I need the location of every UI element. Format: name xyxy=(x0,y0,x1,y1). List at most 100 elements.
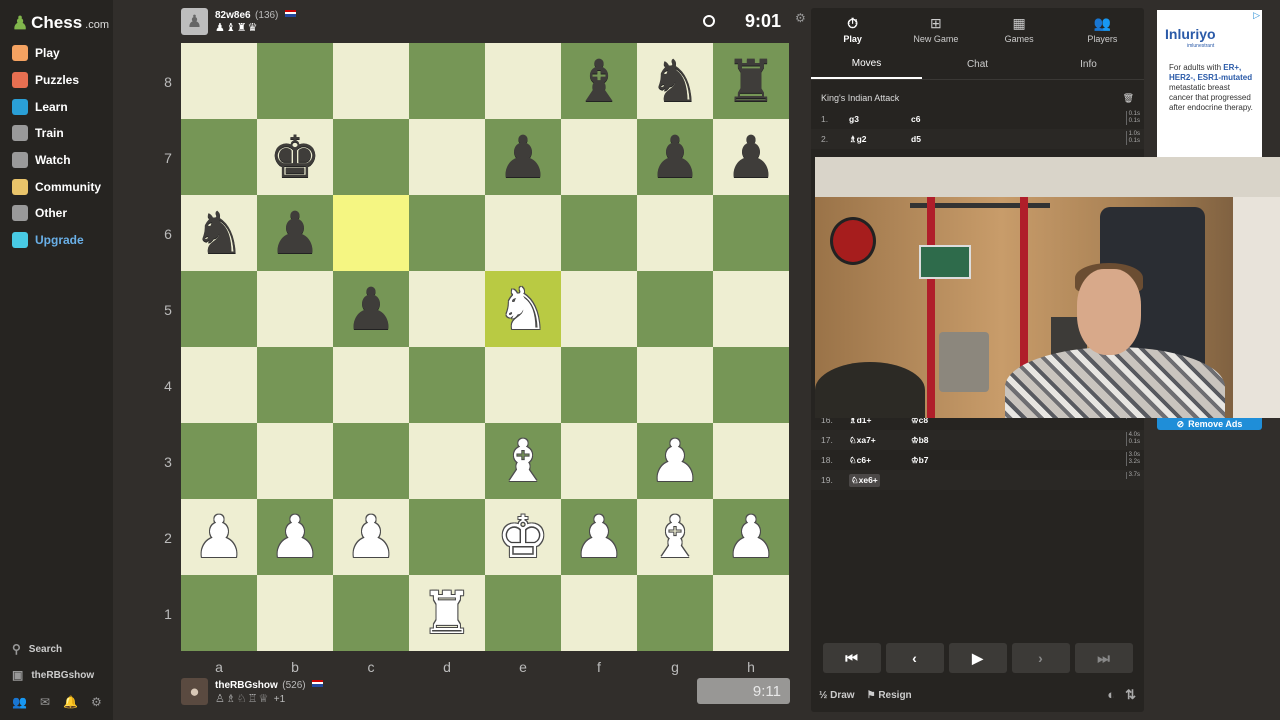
black-knight-piece[interactable]: ♞ xyxy=(193,204,245,262)
square-b8[interactable] xyxy=(257,43,333,119)
sidebar-item-other[interactable]: Other xyxy=(0,200,113,227)
square-b4[interactable] xyxy=(257,347,333,423)
square-a3[interactable] xyxy=(181,423,257,499)
square-e3[interactable]: ♝ xyxy=(485,423,561,499)
last-move-button[interactable]: ⏭ xyxy=(1074,643,1133,673)
white-rook-piece[interactable]: ♜ xyxy=(421,584,473,642)
square-c5[interactable]: ♟ xyxy=(333,271,409,347)
black-move[interactable]: ♔b7 xyxy=(911,455,973,466)
chess-logo[interactable]: ♟ Chess .com xyxy=(0,0,113,36)
white-bishop-piece[interactable]: ♝ xyxy=(649,508,701,566)
square-c1[interactable] xyxy=(333,575,409,651)
square-g5[interactable] xyxy=(637,271,713,347)
remove-ads-button[interactable]: ⊘ Remove Ads xyxy=(1157,418,1262,430)
black-king-piece[interactable]: ♚ xyxy=(269,128,321,186)
white-move[interactable]: ♗g2 xyxy=(849,134,911,145)
square-g7[interactable]: ♟ xyxy=(637,119,713,195)
black-move[interactable]: d5 xyxy=(911,134,973,144)
sidebar-item-upgrade[interactable]: Upgrade xyxy=(0,227,113,254)
square-c3[interactable] xyxy=(333,423,409,499)
draw-button[interactable]: ½ Draw xyxy=(819,690,855,701)
square-a2[interactable]: ♟ xyxy=(181,499,257,575)
white-pawn-piece[interactable]: ♟ xyxy=(345,508,397,566)
play-button[interactable]: ▶ xyxy=(948,643,1007,673)
square-f6[interactable] xyxy=(561,195,637,271)
tab-play[interactable]: ⏱ Play xyxy=(811,8,894,50)
profile-button[interactable]: ▣ theRBGshow xyxy=(0,662,113,688)
square-e4[interactable] xyxy=(485,347,561,423)
previous-move-button[interactable]: ‹ xyxy=(885,643,944,673)
white-pawn-piece[interactable]: ♟ xyxy=(269,508,321,566)
subtab-chat[interactable]: Chat xyxy=(922,50,1033,79)
square-b7[interactable]: ♚ xyxy=(257,119,333,195)
square-d3[interactable] xyxy=(409,423,485,499)
square-e8[interactable] xyxy=(485,43,561,119)
black-pawn-piece[interactable]: ♟ xyxy=(725,128,777,186)
square-d7[interactable] xyxy=(409,119,485,195)
sidebar-item-community[interactable]: Community xyxy=(0,173,113,200)
square-f2[interactable]: ♟ xyxy=(561,499,637,575)
black-pawn-piece[interactable]: ♟ xyxy=(497,128,549,186)
white-pawn-piece[interactable]: ♟ xyxy=(649,432,701,490)
analysis-icon[interactable]: ◐ xyxy=(1107,687,1115,703)
square-d6[interactable] xyxy=(409,195,485,271)
square-b5[interactable] xyxy=(257,271,333,347)
white-pawn-piece[interactable]: ♟ xyxy=(573,508,625,566)
square-h8[interactable]: ♜ xyxy=(713,43,789,119)
white-move[interactable]: g3 xyxy=(849,114,911,124)
sidebar-item-puzzles[interactable]: Puzzles xyxy=(0,67,113,94)
tab-games[interactable]: ▦ Games xyxy=(978,8,1061,50)
square-g6[interactable] xyxy=(637,195,713,271)
square-d5[interactable] xyxy=(409,271,485,347)
square-a1[interactable] xyxy=(181,575,257,651)
black-bishop-piece[interactable]: ♝ xyxy=(573,52,625,110)
square-g3[interactable]: ♟ xyxy=(637,423,713,499)
square-f3[interactable] xyxy=(561,423,637,499)
bell-icon[interactable]: 🔔 xyxy=(63,695,78,709)
square-h5[interactable] xyxy=(713,271,789,347)
white-king-piece[interactable]: ♚ xyxy=(497,508,549,566)
square-b3[interactable] xyxy=(257,423,333,499)
tab-new-game[interactable]: ⊞ New Game xyxy=(894,8,977,50)
opponent-avatar[interactable]: ♟ xyxy=(181,8,208,35)
black-pawn-piece[interactable]: ♟ xyxy=(269,204,321,262)
board-settings-gear-icon[interactable]: ⚙ xyxy=(795,11,806,25)
black-knight-piece[interactable]: ♞ xyxy=(649,52,701,110)
black-rook-piece[interactable]: ♜ xyxy=(725,52,777,110)
square-g4[interactable] xyxy=(637,347,713,423)
settings-gear-icon[interactable]: ⚙ xyxy=(91,695,102,709)
subtab-info[interactable]: Info xyxy=(1033,50,1144,79)
square-c2[interactable]: ♟ xyxy=(333,499,409,575)
white-move[interactable]: ♘xe6+ xyxy=(849,473,880,487)
square-f5[interactable] xyxy=(561,271,637,347)
black-move[interactable]: c6 xyxy=(911,114,973,124)
square-d8[interactable] xyxy=(409,43,485,119)
chess-board[interactable]: ♝ ♞ ♜ ♚ ♟ ♟ ♟ ♞ ♟ ♟ ♞ ♝ ♟ ♟ ♟ ♟ ♚ ♟ ♝ ♟ ♜ xyxy=(181,43,789,651)
square-a5[interactable] xyxy=(181,271,257,347)
square-h2[interactable]: ♟ xyxy=(713,499,789,575)
square-f7[interactable] xyxy=(561,119,637,195)
resign-button[interactable]: ⚑ Resign xyxy=(867,690,912,701)
square-e7[interactable]: ♟ xyxy=(485,119,561,195)
friends-icon[interactable]: 👥 xyxy=(12,695,27,709)
square-c7[interactable] xyxy=(333,119,409,195)
square-c8[interactable] xyxy=(333,43,409,119)
mail-icon[interactable]: ✉ xyxy=(40,695,50,709)
square-g1[interactable] xyxy=(637,575,713,651)
sidebar-item-learn[interactable]: Learn xyxy=(0,93,113,120)
white-pawn-piece[interactable]: ♟ xyxy=(725,508,777,566)
square-d2[interactable] xyxy=(409,499,485,575)
square-d4[interactable] xyxy=(409,347,485,423)
white-knight-piece[interactable]: ♞ xyxy=(497,280,549,338)
square-g2[interactable]: ♝ xyxy=(637,499,713,575)
search-button[interactable]: ⚲ Search xyxy=(0,636,113,662)
next-move-button[interactable]: › xyxy=(1011,643,1070,673)
square-h7[interactable]: ♟ xyxy=(713,119,789,195)
square-a6[interactable]: ♞ xyxy=(181,195,257,271)
sidebar-item-play[interactable]: Play xyxy=(0,40,113,67)
white-pawn-piece[interactable]: ♟ xyxy=(193,508,245,566)
square-b6[interactable]: ♟ xyxy=(257,195,333,271)
square-a4[interactable] xyxy=(181,347,257,423)
square-a8[interactable] xyxy=(181,43,257,119)
square-f1[interactable] xyxy=(561,575,637,651)
